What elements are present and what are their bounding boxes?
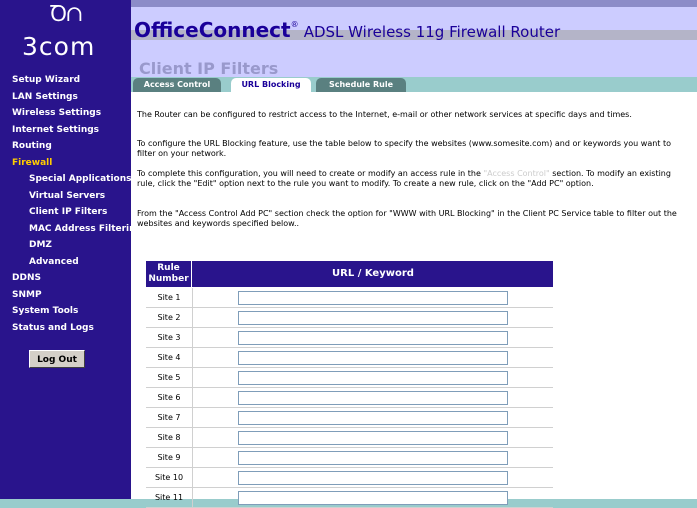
rule-number: Site 4 (146, 348, 193, 367)
url-keyword-input[interactable] (238, 311, 508, 325)
3com-logo: Ꝺ∩ 3com (0, 0, 131, 70)
url-keyword-input[interactable] (238, 351, 508, 365)
url-keyword-input[interactable] (238, 471, 508, 485)
table-row: Site 8 (146, 428, 553, 448)
rule-number: Site 2 (146, 308, 193, 327)
product-name: OfficeConnect (134, 18, 291, 42)
header: OfficeConnect® ADSL Wireless 11g Firewal… (131, 0, 697, 78)
sidebar: Ꝺ∩ 3com Setup Wizard LAN Settings Wirele… (0, 0, 142, 499)
nav-special-applications[interactable]: Special Applications (0, 171, 132, 188)
nav-setup-wizard[interactable]: Setup Wizard (0, 72, 131, 89)
access-control-link[interactable]: "Access Control" (483, 169, 549, 178)
nav-firewall[interactable]: Firewall (0, 155, 131, 172)
logo-swirl: Ꝺ∩ (50, 2, 84, 27)
url-keyword-input[interactable] (238, 331, 508, 345)
table-header-row: Rule Number URL / Keyword (146, 261, 553, 287)
tab-schedule-rule[interactable]: Schedule Rule (316, 78, 406, 92)
nav-wireless-settings[interactable]: Wireless Settings (0, 105, 131, 122)
table-row: Site 2 (146, 308, 553, 328)
table-row: Site 1 (146, 288, 553, 308)
header-top-bar (131, 0, 697, 7)
nav-system-tools[interactable]: System Tools (0, 303, 131, 320)
url-keyword-input[interactable] (238, 431, 508, 445)
nav-status-and-logs[interactable]: Status and Logs (0, 320, 131, 337)
nav-routing[interactable]: Routing (0, 138, 131, 155)
table-row: Site 4 (146, 348, 553, 368)
access-control-note: From the "Access Control Add PC" section… (137, 209, 677, 228)
content-panel: The Router can be configured to restrict… (131, 92, 697, 508)
intro-paragraph: The Router can be configured to restrict… (137, 110, 632, 119)
url-keyword-input[interactable] (238, 391, 508, 405)
nav-ddns[interactable]: DDNS (0, 270, 131, 287)
table-row: Site 10 (146, 468, 553, 488)
product-model: ADSL Wireless 11g Firewall Router (303, 23, 561, 41)
nav-snmp[interactable]: SNMP (0, 287, 131, 304)
rule-number: Site 7 (146, 408, 193, 427)
configuration-text-a: To complete this configuration, you will… (137, 169, 484, 178)
nav-mac-address-filtering[interactable]: MAC Address Filtering (0, 221, 142, 238)
table-row: Site 9 (146, 448, 553, 468)
logout-button[interactable]: Log Out (29, 350, 85, 368)
nav-menu: Setup Wizard LAN Settings Wireless Setti… (0, 72, 142, 337)
rule-number: Site 8 (146, 428, 193, 447)
tab-url-blocking[interactable]: URL Blocking (231, 78, 311, 92)
rule-number: Site 1 (146, 288, 193, 307)
registered-mark: ® (290, 20, 299, 29)
nav-virtual-servers[interactable]: Virtual Servers (0, 188, 131, 205)
nav-lan-settings[interactable]: LAN Settings (0, 89, 131, 106)
nav-dmz[interactable]: DMZ (0, 237, 131, 254)
url-keyword-input[interactable] (238, 411, 508, 425)
nav-advanced[interactable]: Advanced (0, 254, 131, 271)
nav-client-ip-filters[interactable]: Client IP Filters (0, 204, 131, 221)
table-row: Site 5 (146, 368, 553, 388)
url-keyword-input[interactable] (238, 491, 508, 505)
table-row: Site 7 (146, 408, 553, 428)
tab-access-control[interactable]: Access Control (133, 78, 221, 92)
rule-number: Site 5 (146, 368, 193, 387)
rule-number-header: Rule Number (146, 261, 192, 287)
url-blocking-paragraph: To configure the URL Blocking feature, u… (137, 139, 672, 158)
rule-number: Site 10 (146, 468, 193, 487)
table-row: Site 3 (146, 328, 553, 348)
url-keyword-input[interactable] (238, 291, 508, 305)
configuration-paragraph: To complete this configuration, you will… (137, 169, 685, 189)
page-title: Client IP Filters (139, 59, 279, 78)
url-keyword-input[interactable] (238, 451, 508, 465)
table-row: Site 6 (146, 388, 553, 408)
product-title: OfficeConnect® ADSL Wireless 11g Firewal… (134, 18, 560, 42)
url-keyword-input[interactable] (238, 371, 508, 385)
rule-number: Site 9 (146, 448, 193, 467)
nav-internet-settings[interactable]: Internet Settings (0, 122, 131, 139)
logo-text: 3com (22, 32, 96, 61)
url-keyword-header: URL / Keyword (332, 268, 414, 279)
rule-number: Site 3 (146, 328, 193, 347)
rule-number: Site 6 (146, 388, 193, 407)
table-row: Site 11 (146, 488, 553, 508)
rule-number: Site 11 (146, 488, 193, 507)
